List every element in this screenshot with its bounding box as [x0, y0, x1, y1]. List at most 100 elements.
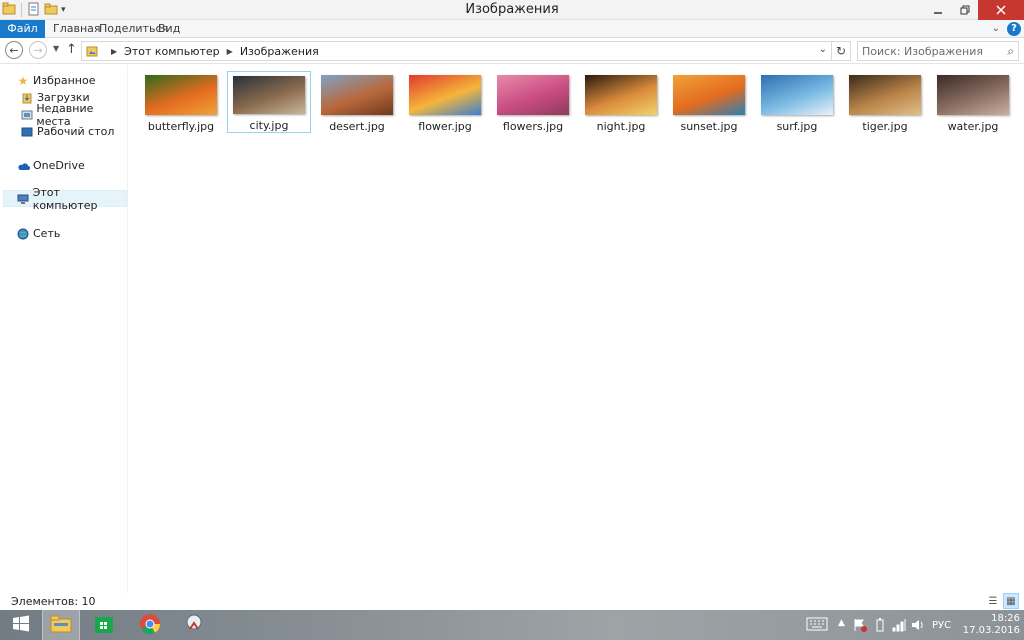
action-center-flag-icon[interactable] [853, 618, 867, 635]
file-item[interactable]: water.jpg [931, 71, 1015, 133]
customize-qat-icon[interactable]: ▾ [61, 5, 66, 15]
sidebar-item-label: Этот компьютер [32, 185, 98, 212]
search-input[interactable]: Поиск: Изображения ⌕ [857, 41, 1019, 61]
file-item[interactable]: flowers.jpg [491, 71, 575, 133]
address-dropdown-icon[interactable]: ⌄ [819, 44, 827, 55]
forward-button[interactable]: → [29, 41, 47, 59]
image-thumbnail [937, 75, 1009, 115]
file-item[interactable]: sunset.jpg [667, 71, 751, 133]
store-icon [93, 614, 115, 637]
image-thumbnail [497, 75, 569, 115]
taskbar-store[interactable] [85, 610, 123, 640]
help-icon[interactable]: ? [1007, 22, 1021, 36]
sidebar-item-label: OneDrive [33, 159, 85, 172]
maximize-button[interactable] [951, 0, 978, 20]
input-language-indicator[interactable]: РУС [932, 620, 951, 631]
refresh-button[interactable]: ↻ [832, 41, 851, 61]
details-view-button[interactable]: ☰ [985, 593, 1001, 609]
properties-icon[interactable] [27, 2, 41, 19]
sidebar-item-favorites[interactable]: ★ Избранное [16, 72, 96, 89]
item-count: Элементов: 10 [11, 595, 96, 608]
taskbar-file-explorer[interactable] [42, 610, 80, 640]
back-button[interactable]: ← [5, 41, 23, 59]
expand-ribbon-icon[interactable]: ⌄ [992, 23, 1000, 34]
tab-file[interactable]: Файл [0, 20, 45, 38]
sidebar-item-recent-places[interactable]: Недавние места [20, 102, 127, 128]
close-button[interactable] [978, 0, 1024, 20]
windows-logo-icon [12, 615, 30, 636]
ribbon-tabs: Файл Главная Поделиться Вид ⌄ ? [0, 20, 1024, 38]
computer-icon [16, 192, 30, 206]
up-arrow-icon[interactable]: ↑ [66, 42, 77, 57]
start-button[interactable] [4, 610, 38, 640]
sidebar-item-desktop[interactable]: Рабочий стол [20, 123, 114, 140]
sidebar-item-label: Сеть [33, 227, 61, 240]
touch-keyboard-icon[interactable] [806, 617, 828, 634]
recent-places-icon [20, 108, 33, 122]
show-hidden-icons-icon[interactable]: ▲ [838, 618, 845, 628]
file-name: butterfly.jpg [147, 120, 215, 133]
breadcrumb-pictures[interactable]: Изображения [240, 45, 319, 58]
file-item[interactable]: desert.jpg [315, 71, 399, 133]
taskbar-chrome[interactable] [131, 610, 169, 640]
file-item[interactable]: night.jpg [579, 71, 663, 133]
qat-separator [21, 3, 22, 17]
file-name: tiger.jpg [862, 120, 908, 133]
sidebar-item-this-pc[interactable]: Этот компьютер [3, 186, 127, 212]
breadcrumb-this-pc[interactable]: Этот компьютер [124, 45, 220, 58]
clock-date: 17.03.2016 [962, 625, 1020, 636]
image-thumbnail [761, 75, 833, 115]
image-thumbnail [409, 75, 481, 115]
file-name: water.jpg [947, 120, 999, 133]
file-name: city.jpg [249, 119, 289, 132]
pictures-folder-icon [86, 45, 98, 57]
file-item[interactable]: surf.jpg [755, 71, 839, 133]
file-item[interactable]: tiger.jpg [843, 71, 927, 133]
star-icon: ★ [17, 73, 29, 88]
sidebar-item-label: Избранное [33, 74, 96, 87]
window-controls [924, 0, 1024, 20]
chrome-icon [139, 613, 161, 638]
status-bar: Элементов: 10 ☰ ▦ [0, 593, 1024, 610]
large-icons-view-button[interactable]: ▦ [1003, 593, 1019, 609]
cloud-icon [16, 159, 30, 173]
file-list: butterfly.jpg city.jpg desert.jpg flower.jp… [130, 65, 1024, 593]
back-arrow-icon: ← [9, 43, 19, 57]
title-bar: ▾ Изображения [0, 0, 1024, 20]
file-name: desert.jpg [329, 120, 385, 133]
volume-icon[interactable] [911, 618, 925, 635]
battery-icon[interactable] [876, 618, 884, 635]
desktop-icon [20, 125, 34, 139]
window-title: Изображения [465, 2, 559, 17]
forward-arrow-icon: → [33, 43, 43, 57]
sidebar-item-network[interactable]: Сеть [16, 225, 60, 242]
image-thumbnail [145, 75, 217, 115]
breadcrumb-chevron-icon: ▶ [111, 46, 118, 56]
address-bar[interactable]: ▶ Этот компьютер ▶ Изображения ⌄ [81, 41, 832, 61]
taskbar-app[interactable] [176, 610, 214, 640]
network-icon [16, 227, 30, 241]
search-icon: ⌕ [1007, 44, 1014, 58]
tab-view[interactable]: Вид [158, 20, 180, 38]
file-item[interactable]: butterfly.jpg [139, 71, 223, 133]
snipping-tool-icon [184, 613, 206, 638]
file-explorer-icon [50, 614, 72, 637]
new-folder-icon[interactable] [44, 2, 58, 19]
clock[interactable]: 18:26 17.03.2016 [963, 613, 1020, 637]
network-signal-icon[interactable] [892, 618, 906, 635]
file-name: night.jpg [596, 120, 646, 133]
file-name: sunset.jpg [680, 120, 738, 133]
taskbar: ▲ РУС 18:26 17.03.2016 [0, 610, 1024, 640]
file-item[interactable]: flower.jpg [403, 71, 487, 133]
minimize-button[interactable] [924, 0, 951, 20]
file-name: surf.jpg [776, 120, 818, 133]
downloads-icon [20, 91, 34, 105]
image-thumbnail [233, 76, 305, 114]
explorer-app-icon[interactable] [2, 2, 16, 19]
tab-home[interactable]: Главная [53, 20, 101, 38]
image-thumbnail [585, 75, 657, 115]
recent-locations-dropdown-icon[interactable]: ▼ [53, 44, 59, 53]
file-name: flower.jpg [418, 120, 472, 133]
sidebar-item-onedrive[interactable]: OneDrive [16, 157, 85, 174]
file-item[interactable]: city.jpg [227, 71, 311, 133]
